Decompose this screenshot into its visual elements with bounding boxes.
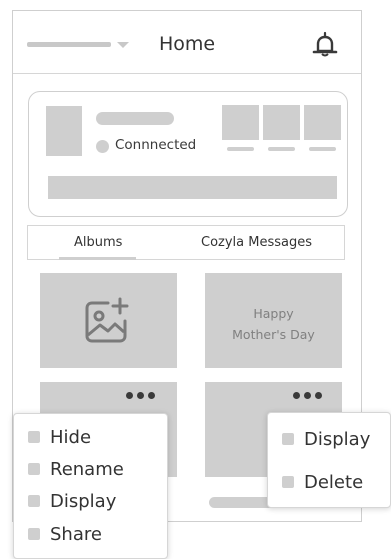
menu-item-share[interactable]: Share (28, 522, 102, 546)
menu-item-hide[interactable]: Hide (28, 425, 91, 449)
device-thumbnail (46, 106, 82, 156)
tab-albums[interactable]: Albums (74, 235, 122, 250)
menu-item-rename[interactable]: Rename (28, 457, 124, 481)
tab-bar: Albums Cozyla Messages (27, 225, 345, 260)
add-album-tile[interactable] (40, 273, 177, 368)
device-status-card[interactable]: Connnected (28, 91, 348, 217)
bell-icon[interactable] (311, 31, 339, 59)
album-context-menu: Hide Rename Display Share (13, 413, 168, 559)
menu-item-delete[interactable]: Delete (282, 470, 363, 494)
stat-label-placeholder (309, 147, 336, 151)
checkbox-icon (28, 431, 40, 443)
progress-bar-placeholder (48, 176, 337, 199)
stat-tile (222, 105, 259, 140)
checkbox-icon (282, 476, 294, 488)
tab-cozyla-messages[interactable]: Cozyla Messages (201, 235, 312, 250)
stat-tile (263, 105, 300, 140)
more-options-icon[interactable] (293, 392, 322, 399)
more-options-icon[interactable] (126, 392, 155, 399)
album-context-menu-right: Display Delete (267, 412, 391, 508)
checkbox-icon (28, 495, 40, 507)
connection-status: Connnected (115, 137, 197, 153)
device-name-placeholder (96, 112, 174, 125)
menu-item-display[interactable]: Display (282, 427, 370, 451)
checkbox-icon (28, 528, 40, 540)
stat-label-placeholder (268, 147, 295, 151)
album-title: Happy Mother's Day (232, 306, 315, 342)
page-title: Home (158, 33, 216, 55)
checkbox-icon (28, 463, 40, 475)
stat-tile (304, 105, 341, 140)
app-header: Home (13, 11, 361, 74)
add-image-icon (85, 297, 129, 343)
menu-item-display[interactable]: Display (28, 489, 116, 513)
active-tab-indicator (59, 257, 136, 260)
stat-label-placeholder (227, 147, 254, 151)
album-tile[interactable]: Happy Mother's Day (205, 273, 342, 368)
status-dot-icon (96, 140, 109, 153)
checkbox-icon (282, 433, 294, 445)
